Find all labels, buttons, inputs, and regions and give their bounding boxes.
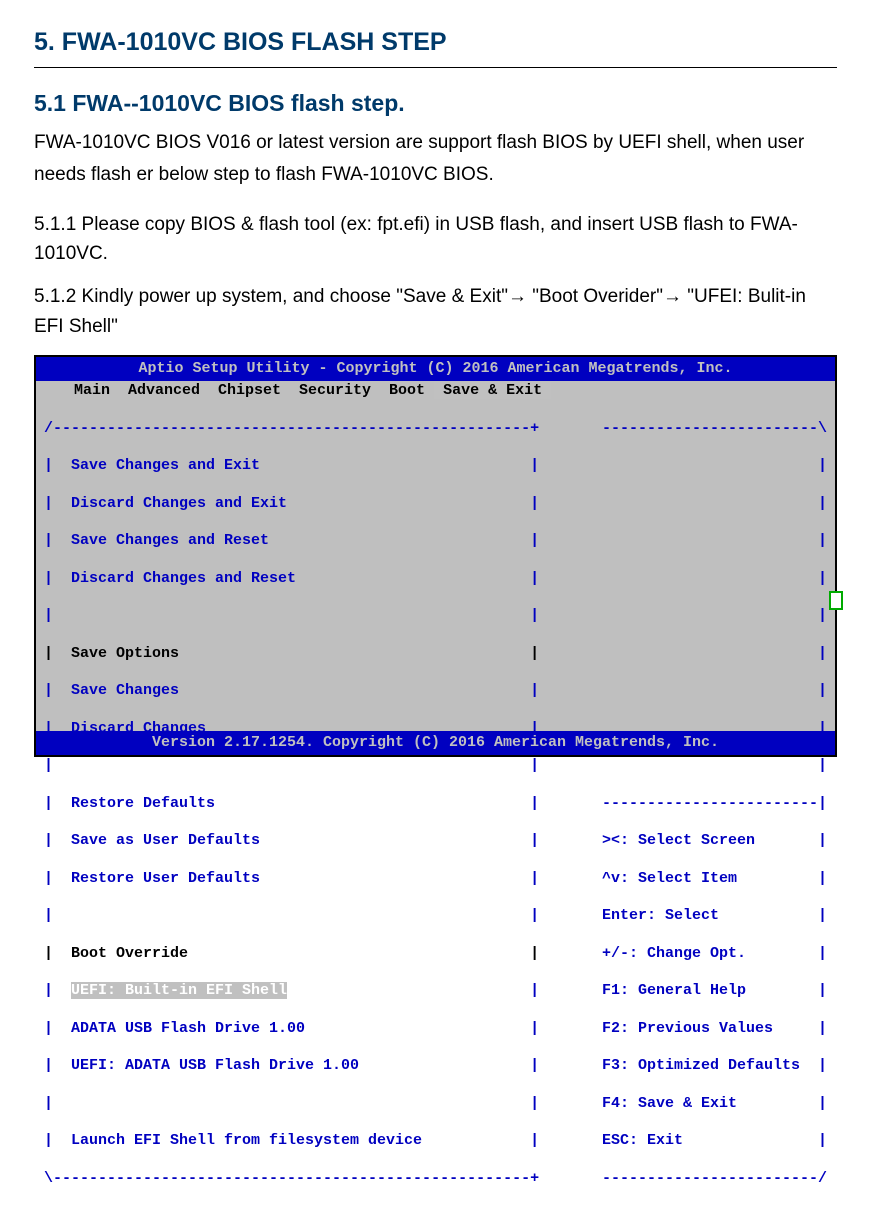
bios-option-selected-row: | UEFI: Built-in EFI Shell | bbox=[44, 982, 539, 1001]
bios-blank: | | bbox=[44, 607, 539, 626]
bios-border: ------------------------/ bbox=[602, 1170, 827, 1189]
section-heading: 5. FWA-1010VC BIOS FLASH STEP bbox=[34, 28, 837, 57]
bios-option-selected: UEFI: Built-in EFI Shell bbox=[71, 982, 287, 999]
bios-help-line: ESC: Exit | bbox=[602, 1132, 827, 1151]
bios-option: | Discard Changes | bbox=[44, 720, 539, 739]
subsection-heading: 5.1 FWA--1010VC BIOS flash step. bbox=[34, 90, 837, 117]
bios-border: ------------------------\ bbox=[602, 420, 827, 439]
bios-help-line: ><: Select Screen | bbox=[602, 832, 827, 851]
bios-blank: | | bbox=[44, 907, 539, 926]
section-divider bbox=[34, 67, 837, 68]
bios-option: | Save Changes and Exit | bbox=[44, 457, 539, 476]
bios-option: | Restore Defaults | bbox=[44, 795, 539, 814]
bios-option: | Save Changes and Reset | bbox=[44, 532, 539, 551]
step-512-text-a: 5.1.2 Kindly power up system, and choose… bbox=[34, 286, 508, 307]
bios-right-pane: ------------------------\ | | | | | | bbox=[602, 401, 827, 1226]
document-page: 5. FWA-1010VC BIOS FLASH STEP 5.1 FWA--1… bbox=[0, 0, 871, 781]
bios-blank: | bbox=[602, 682, 827, 701]
bios-left-pane: /---------------------------------------… bbox=[44, 401, 539, 1226]
bios-option: | Restore User Defaults | bbox=[44, 870, 539, 889]
bios-help-line: F3: Optimized Defaults | bbox=[602, 1057, 827, 1076]
bios-body: /---------------------------------------… bbox=[36, 401, 835, 731]
intro-paragraph: FWA-1010VC BIOS V016 or latest version a… bbox=[34, 127, 837, 192]
bios-option: | ADATA USB Flash Drive 1.00 | bbox=[44, 1020, 539, 1039]
bios-screenshot: Aptio Setup Utility - Copyright (C) 2016… bbox=[34, 355, 837, 756]
step-512-text-b: "Boot Overider" bbox=[527, 286, 663, 307]
bios-section-header: | Boot Override | bbox=[44, 945, 539, 964]
bios-option: | UEFI: ADATA USB Flash Drive 1.00 | bbox=[44, 1057, 539, 1076]
bios-menu-active: Save & Exit bbox=[434, 382, 551, 399]
bios-help-line: F1: General Help | bbox=[602, 982, 827, 1001]
step-511: 5.1.1 Please copy BIOS & flash tool (ex:… bbox=[34, 210, 837, 269]
text-cursor-icon bbox=[829, 591, 843, 610]
bios-blank: | bbox=[602, 570, 827, 589]
bios-blank: | | bbox=[44, 757, 539, 776]
bios-help-line: +/-: Change Opt. | bbox=[602, 945, 827, 964]
bios-border: \---------------------------------------… bbox=[44, 1170, 539, 1189]
bios-blank: | bbox=[602, 720, 827, 739]
bios-blank: | bbox=[602, 645, 827, 664]
bios-option: | Discard Changes and Exit | bbox=[44, 495, 539, 514]
bios-option: | Discard Changes and Reset | bbox=[44, 570, 539, 589]
bios-blank: | | bbox=[44, 1095, 539, 1114]
bios-section-header: | Save Options | bbox=[44, 645, 539, 664]
bios-option: | Save as User Defaults | bbox=[44, 832, 539, 851]
bios-option: | Save Changes | bbox=[44, 682, 539, 701]
bios-blank: | bbox=[602, 607, 827, 626]
bios-help-line: ^v: Select Item | bbox=[602, 870, 827, 889]
bios-menu-bar: Main Advanced Chipset Security Boot Save… bbox=[36, 381, 835, 401]
bios-title-bar: Aptio Setup Utility - Copyright (C) 2016… bbox=[36, 357, 835, 381]
bios-blank: | bbox=[602, 457, 827, 476]
bios-menu-inactive: Main Advanced Chipset Security Boot bbox=[56, 382, 434, 399]
right-arrow-icon: → bbox=[663, 286, 682, 307]
bios-border: ------------------------| bbox=[602, 795, 827, 814]
bios-blank: | bbox=[602, 495, 827, 514]
bios-help-line: F2: Previous Values | bbox=[602, 1020, 827, 1039]
bios-border: /---------------------------------------… bbox=[44, 420, 539, 439]
bios-help-line: F4: Save & Exit | bbox=[602, 1095, 827, 1114]
bios-option: | Launch EFI Shell from filesystem devic… bbox=[44, 1132, 539, 1151]
right-arrow-icon: → bbox=[508, 286, 527, 307]
step-512: 5.1.2 Kindly power up system, and choose… bbox=[34, 282, 837, 341]
bios-help-line: Enter: Select | bbox=[602, 907, 827, 926]
bios-blank: | bbox=[602, 532, 827, 551]
bios-blank: | bbox=[602, 757, 827, 776]
